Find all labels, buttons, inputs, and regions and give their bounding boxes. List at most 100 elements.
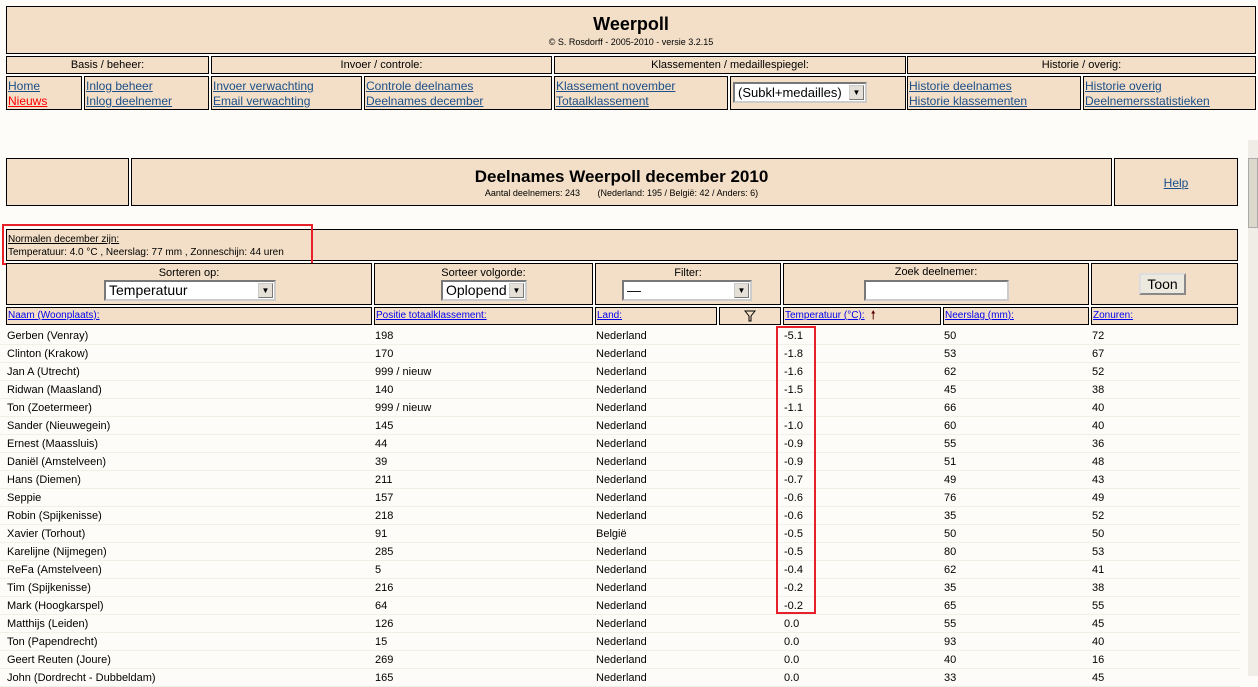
nav-totaalklassement[interactable]: Totaalklassement bbox=[556, 94, 726, 109]
cell-sun: 50 bbox=[1092, 528, 1105, 540]
filter-select[interactable]: — ▼ bbox=[622, 280, 752, 301]
sort-select[interactable]: Temperatuur ▼ bbox=[104, 280, 276, 301]
sort-by-rain-link[interactable]: Neerslag (mm): bbox=[945, 308, 1088, 323]
table-row: Ridwan (Maasland) 140 Nederland -1.5 45 38 bbox=[0, 381, 1240, 399]
cell-land: Nederland bbox=[596, 582, 647, 594]
scrollbar-thumb[interactable] bbox=[1248, 158, 1258, 228]
cell-land: Nederland bbox=[596, 348, 647, 360]
col-header-land: Land: bbox=[595, 307, 717, 325]
cell-sun: 40 bbox=[1092, 402, 1105, 414]
cell-land: Nederland bbox=[596, 474, 647, 486]
cell-position: 64 bbox=[375, 600, 388, 612]
cell-name: ReFa (Amstelveen) bbox=[7, 564, 102, 576]
filter-label: Filter: bbox=[674, 267, 702, 279]
cell-position: 145 bbox=[375, 420, 394, 432]
cell-name: Xavier (Torhout) bbox=[7, 528, 86, 540]
nav-historie-overig[interactable]: Historie overig bbox=[1085, 79, 1254, 94]
nav-inlog-beheer[interactable]: Inlog beheer bbox=[86, 79, 207, 94]
toon-button[interactable]: Toon bbox=[1139, 273, 1186, 295]
cell-name: Karelijne (Nijmegen) bbox=[7, 546, 107, 558]
nav-cell: Klassement november Totaalklassement bbox=[554, 76, 728, 110]
medailles-select[interactable]: (Subkl+medailles) ▼ bbox=[733, 82, 867, 103]
cell-name: Robin (Spijkenisse) bbox=[7, 510, 102, 522]
order-select[interactable]: Oplopend ▼ bbox=[441, 280, 527, 301]
cell-sun: 55 bbox=[1092, 600, 1105, 612]
cell-rain: 50 bbox=[944, 528, 957, 540]
cell-temperature: 0.0 bbox=[784, 618, 800, 630]
search-input[interactable] bbox=[864, 280, 1009, 301]
cell-position: 999 / nieuw bbox=[375, 402, 432, 414]
nav-cell: Invoer verwachting Email verwachting bbox=[211, 76, 362, 110]
table-row: Hans (Diemen) 211 Nederland -0.7 49 43 bbox=[0, 471, 1240, 489]
nav-historie-klassementen[interactable]: Historie klassementen bbox=[909, 94, 1079, 109]
cell-position: 157 bbox=[375, 492, 394, 504]
nav-inlog-deelnemer[interactable]: Inlog deelnemer bbox=[86, 94, 207, 109]
cell-name: Matthijs (Leiden) bbox=[7, 618, 89, 630]
cell-sun: 52 bbox=[1092, 366, 1105, 378]
nav-klassement-november[interactable]: Klassement november bbox=[556, 79, 726, 94]
nav-email-verwachting[interactable]: Email verwachting bbox=[213, 94, 360, 109]
nav-group-historie: Historie / overig: bbox=[907, 56, 1256, 74]
cell-position: 211 bbox=[375, 474, 393, 486]
sort-cell: Sorteren op: Temperatuur ▼ bbox=[6, 263, 372, 305]
cell-rain: 50 bbox=[944, 330, 957, 342]
cell-name: Daniël (Amstelveen) bbox=[7, 456, 107, 468]
nav-cell: Inlog beheer Inlog deelnemer bbox=[84, 76, 209, 110]
nav-nieuws[interactable]: Nieuws bbox=[8, 94, 80, 109]
cell-name: Ton (Zoetermeer) bbox=[7, 402, 92, 414]
table-row: Daniël (Amstelveen) 39 Nederland -0.9 51 48 bbox=[0, 453, 1240, 471]
sort-by-sun-link[interactable]: Zonuren: bbox=[1093, 308, 1237, 323]
cell-sun: 38 bbox=[1092, 384, 1105, 396]
cell-land: Nederland bbox=[596, 420, 647, 432]
sort-by-name-link[interactable]: Naam (Woonplaats): bbox=[8, 308, 371, 323]
site-title: Weerpoll bbox=[593, 14, 669, 34]
nav-deelnemersstatistieken[interactable]: Deelnemersstatistieken bbox=[1085, 94, 1254, 109]
nav-cell: Historie overig Deelnemersstatistieken bbox=[1083, 76, 1256, 110]
cell-name: Sander (Nieuwegein) bbox=[7, 420, 111, 432]
cell-position: 5 bbox=[375, 564, 382, 576]
nav-controle-deelnames[interactable]: Controle deelnames bbox=[366, 79, 550, 94]
nav-deelnames-december[interactable]: Deelnames december bbox=[366, 94, 550, 109]
table-row: ReFa (Amstelveen) 5 Nederland -0.4 62 41 bbox=[0, 561, 1240, 579]
sort-by-land-link[interactable]: Land: bbox=[597, 308, 716, 323]
cell-position: 15 bbox=[375, 636, 388, 648]
nav-historie-deelnames[interactable]: Historie deelnames bbox=[909, 79, 1079, 94]
cell-rain: 49 bbox=[944, 474, 957, 486]
help-link[interactable]: Help bbox=[1115, 176, 1237, 191]
cell-position: 269 bbox=[375, 654, 394, 666]
cell-rain: 66 bbox=[944, 402, 957, 414]
filter-cell: Filter: — ▼ bbox=[595, 263, 781, 305]
sort-ascending-arrow-icon: 🠕 bbox=[870, 308, 876, 322]
cell-land: Nederland bbox=[596, 672, 647, 684]
table-row: Ton (Papendrecht) 15 Nederland 0.0 93 40 bbox=[0, 633, 1240, 651]
table-row: Mark (Hoogkarspel) 64 Nederland -0.2 65 55 bbox=[0, 597, 1240, 615]
cell-land: Nederland bbox=[596, 636, 647, 648]
cell-rain: 45 bbox=[944, 384, 957, 396]
filter-icon[interactable] bbox=[743, 310, 757, 322]
nav-group-klassementen: Klassementen / medaillespiegel: bbox=[554, 56, 906, 74]
sort-by-position-link[interactable]: Positie totaalklassement: bbox=[376, 308, 592, 323]
nav-home[interactable]: Home bbox=[8, 79, 80, 94]
cell-sun: 43 bbox=[1092, 474, 1105, 486]
page-title-box: Deelnames Weerpoll december 2010 Aantal … bbox=[131, 158, 1112, 206]
cell-name: Ton (Papendrecht) bbox=[7, 636, 98, 648]
cell-position: 165 bbox=[375, 672, 394, 684]
cell-rain: 40 bbox=[944, 654, 957, 666]
cell-rain: 60 bbox=[944, 420, 957, 432]
sort-label: Sorteren op: bbox=[158, 267, 220, 279]
sort-by-temp-link[interactable]: Temperatuur (°C): bbox=[785, 308, 865, 324]
nav-cell: Historie deelnames Historie klassementen bbox=[907, 76, 1081, 110]
nav-invoer-verwachting[interactable]: Invoer verwachting bbox=[213, 79, 360, 94]
table-row: John (Dordrecht - Dubbeldam) 165 Nederland… bbox=[0, 669, 1240, 687]
cell-sun: 67 bbox=[1092, 348, 1105, 360]
cell-sun: 45 bbox=[1092, 618, 1105, 630]
cell-rain: 51 bbox=[944, 456, 957, 468]
cell-name: Seppie bbox=[7, 492, 42, 504]
cell-name: John (Dordrecht - Dubbeldam) bbox=[7, 672, 156, 684]
cell-position: 285 bbox=[375, 546, 394, 558]
cell-land: Nederland bbox=[596, 384, 647, 396]
cell-rain: 35 bbox=[944, 582, 957, 594]
cell-name: Tim (Spijkenisse) bbox=[7, 582, 91, 594]
page-title: Deelnames Weerpoll december 2010 bbox=[474, 167, 769, 186]
cell-name: Ernest (Maassluis) bbox=[7, 438, 99, 450]
